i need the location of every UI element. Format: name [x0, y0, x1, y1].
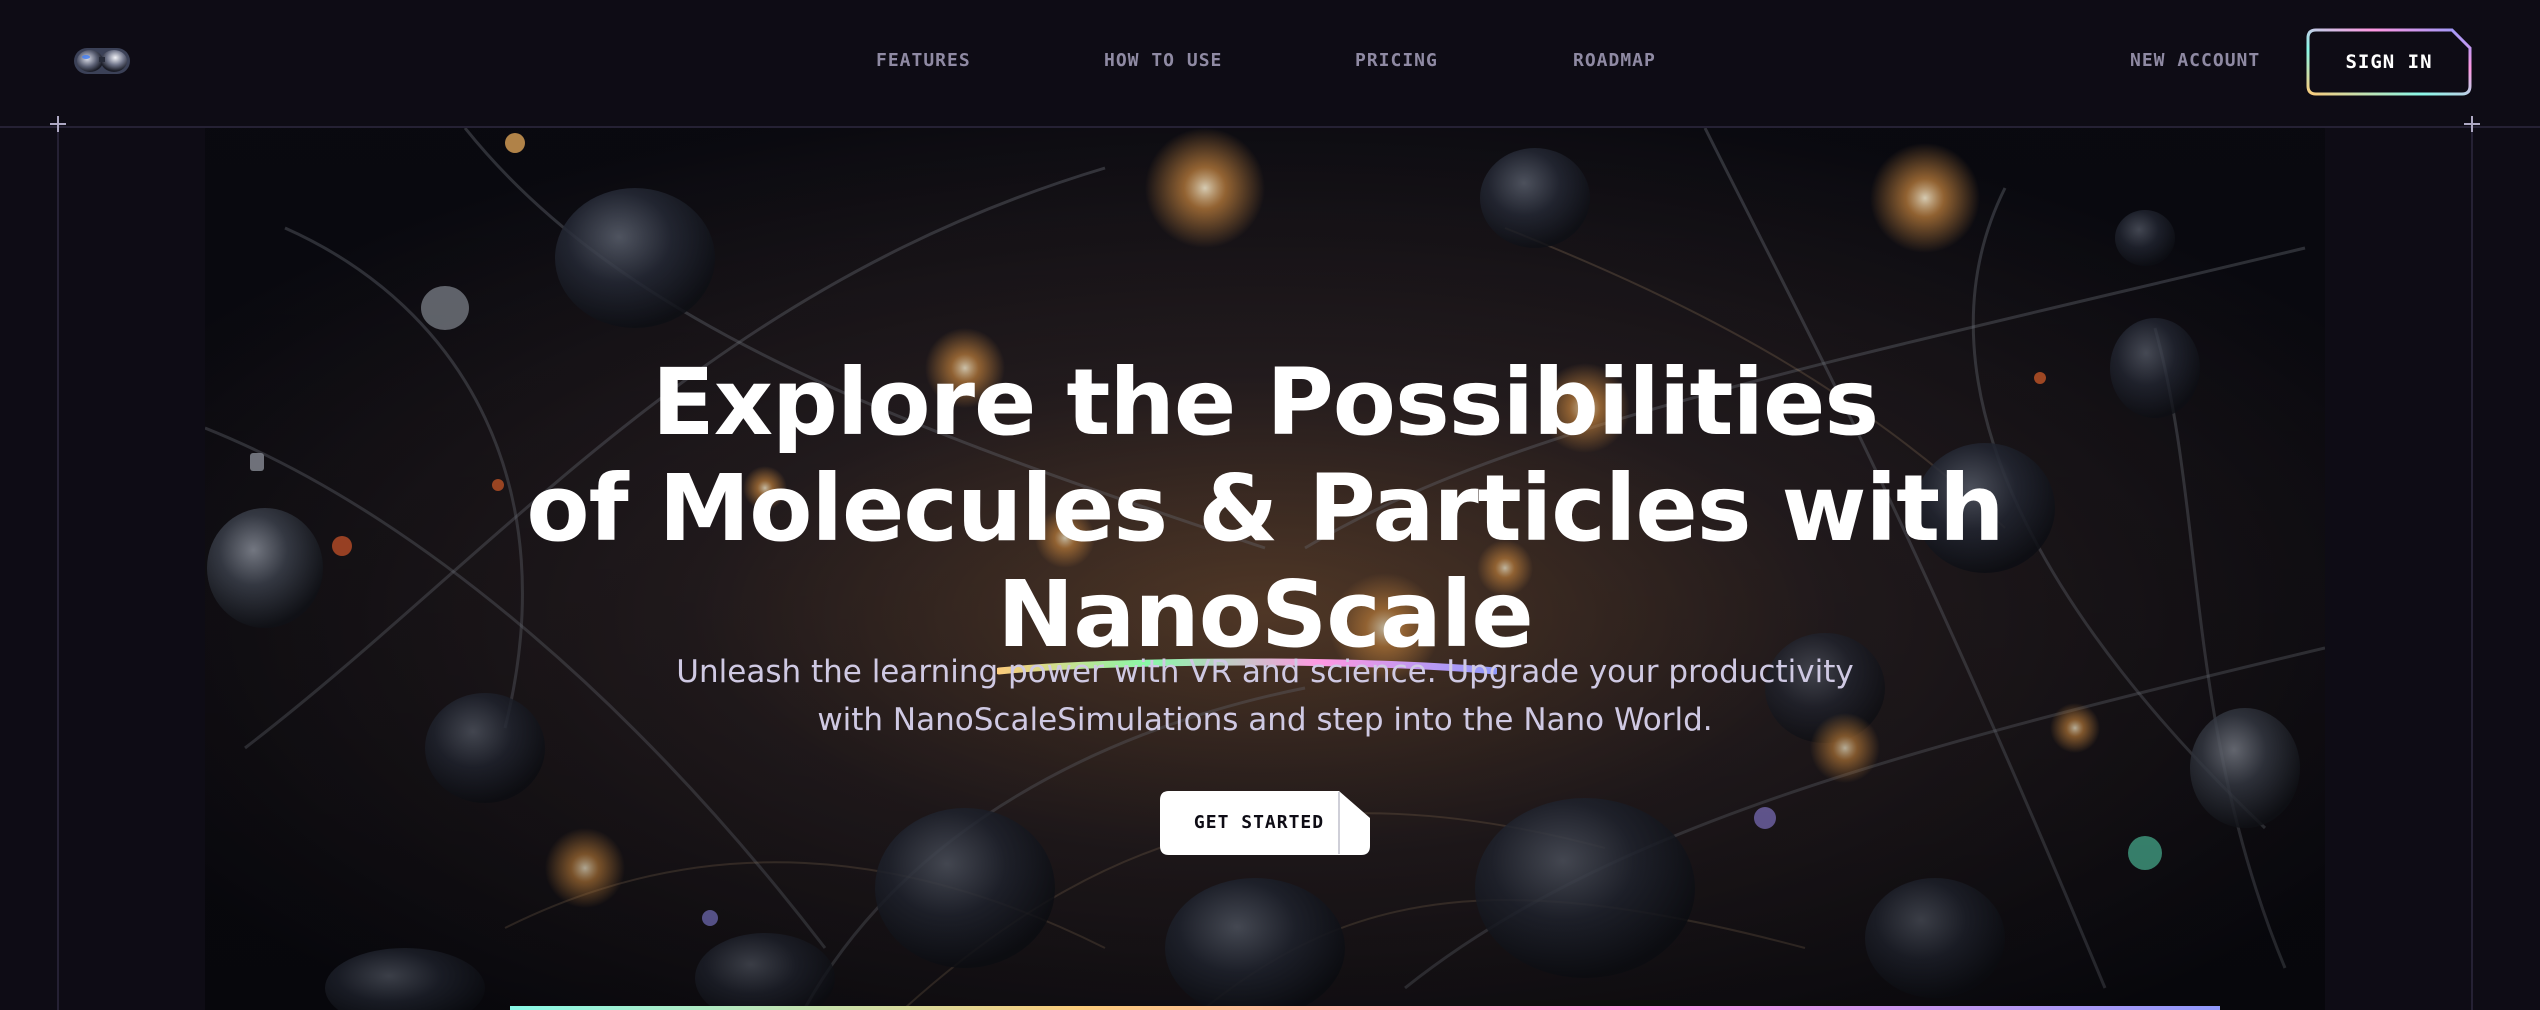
nav-how-to-use[interactable]: HOW TO USE [1104, 50, 1222, 71]
site-header: FEATURES HOW TO USE PRICING ROADMAP NEW … [0, 0, 2540, 128]
nav-features[interactable]: FEATURES [876, 50, 971, 71]
nav-roadmap[interactable]: ROADMAP [1573, 50, 1656, 71]
nav-pricing[interactable]: PRICING [1355, 50, 1438, 71]
headline-line-1: Explore the Possibilities [651, 348, 1879, 456]
hero-headline: Explore the Possibilities of Molecules &… [205, 348, 2325, 675]
gradient-border-decoration [510, 1006, 2220, 1010]
frame-line-right [2471, 126, 2473, 1010]
new-account-link[interactable]: NEW ACCOUNT [2130, 50, 2260, 71]
plus-marker-icon [48, 114, 68, 134]
get-started-button[interactable]: GET STARTED [1159, 790, 1371, 856]
plus-marker-icon [2462, 114, 2482, 134]
subtitle-line-2: with NanoScaleSimulations and step into … [817, 702, 1713, 738]
landing-page: FEATURES HOW TO USE PRICING ROADMAP NEW … [0, 0, 2540, 1010]
sign-in-label: SIGN IN [2345, 51, 2433, 73]
subtitle-line-1: Unleash the learning power with VR and s… [676, 654, 1854, 690]
frame-line-left [57, 126, 59, 1010]
hero-section: Explore the Possibilities of Molecules &… [205, 128, 2325, 1010]
hero-subtitle: Unleash the learning power with VR and s… [205, 648, 2325, 744]
get-started-label: GET STARTED [1193, 812, 1325, 833]
headline-line-2: of Molecules & Particles with [526, 454, 2004, 562]
sign-in-button[interactable]: SIGN IN [2306, 28, 2472, 96]
